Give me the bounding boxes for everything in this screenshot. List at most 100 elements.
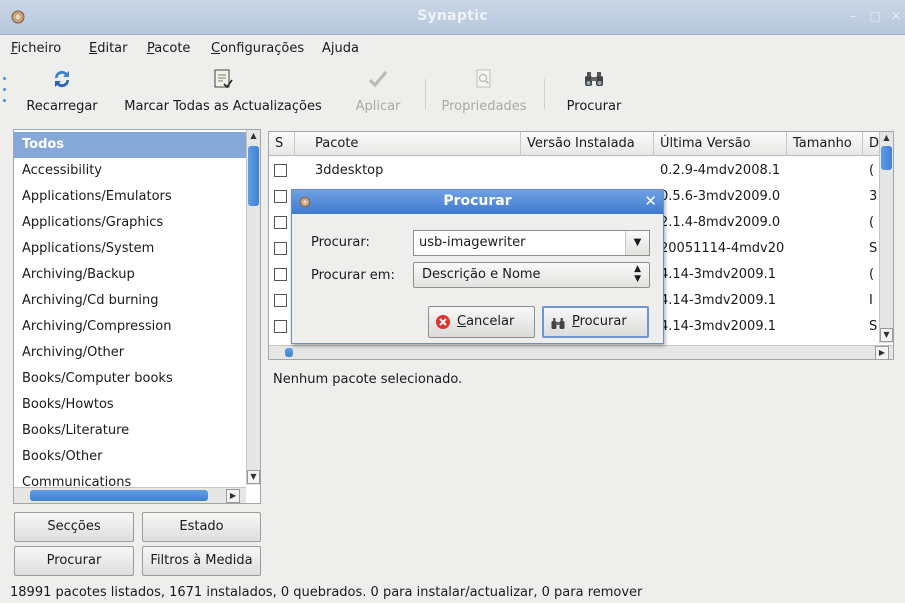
status-button[interactable]: Estado	[142, 512, 261, 542]
menu-ficheiro[interactable]: Ficheiro	[11, 41, 61, 56]
package-size	[793, 236, 863, 262]
package-size	[793, 288, 863, 314]
search-term-label: Procurar:	[311, 235, 370, 250]
scroll-up-arrow-icon[interactable]: ▲	[247, 130, 260, 144]
dialog-search-mnemonic: P	[572, 314, 580, 329]
category-scroll-thumb[interactable]	[248, 146, 259, 206]
properties-button[interactable]: Propriedades	[432, 67, 536, 119]
package-description-pane: Nenhum pacote selecionado.	[268, 364, 894, 576]
mark-all-upgrades-button[interactable]: Marcar Todas as Actualizações	[116, 67, 330, 119]
toolbar-separator	[544, 79, 545, 109]
column-header-size[interactable]: Tamanho	[787, 132, 863, 156]
minimize-icon[interactable]: –	[846, 9, 860, 23]
apply-checkmark-icon	[368, 71, 388, 88]
search-dialog-title-bar: Procurar ✕	[292, 190, 663, 214]
pkg-scroll-up-arrow-icon[interactable]: ▲	[880, 132, 893, 146]
menu-ajuda-label: Ajuda	[322, 41, 359, 56]
search-in-select[interactable]: Descrição e Nome ▲ ▼	[413, 262, 650, 288]
maximize-icon[interactable]: □	[868, 9, 882, 23]
category-item[interactable]: Archiving/Compression	[14, 314, 246, 340]
search-dialog: Procurar ✕ Procurar: usb-imagewriter ▼ P…	[291, 189, 664, 344]
column-header-package[interactable]: Pacote	[295, 132, 521, 156]
table-row[interactable]: 3ddesktop 0.2.9-4mdv2008.1(	[269, 158, 879, 184]
category-item[interactable]: Archiving/Backup	[14, 262, 246, 288]
search-term-input[interactable]: usb-imagewriter	[419, 235, 525, 250]
package-size	[793, 184, 863, 210]
column-header-description[interactable]: D	[863, 132, 879, 156]
installed-version	[527, 158, 654, 184]
status-label: Estado	[179, 519, 224, 534]
category-item-selected[interactable]: Todos	[14, 132, 246, 158]
status-bar: 18991 pacotes listados, 1671 instalados,…	[10, 585, 643, 600]
search-term-combo[interactable]: usb-imagewriter ▼	[413, 230, 650, 256]
menu-configuracoes[interactable]: Configurações	[211, 41, 304, 56]
package-checkbox[interactable]	[274, 216, 287, 229]
search-button[interactable]: Procurar	[556, 67, 632, 119]
sections-button[interactable]: Secções	[14, 512, 134, 542]
pkg-scroll-right-arrow-icon[interactable]: ▶	[875, 346, 889, 359]
package-vertical-scrollbar[interactable]: ▲ ▼	[879, 132, 893, 343]
category-list: Todos Accessibility Applications/Emulator…	[13, 129, 261, 504]
category-hscroll-thumb[interactable]	[30, 490, 208, 501]
reload-button[interactable]: Recarregar	[12, 67, 112, 119]
package-hscroll-thumb[interactable]	[285, 348, 293, 357]
package-checkbox[interactable]	[274, 242, 287, 255]
category-item[interactable]: Books/Howtos	[14, 392, 246, 418]
pkg-scroll-down-arrow-icon[interactable]: ▼	[880, 328, 893, 342]
dialog-search-button[interactable]: Procurar	[542, 306, 649, 338]
package-size	[793, 262, 863, 288]
category-item[interactable]: Books/Other	[14, 444, 246, 470]
category-item[interactable]: Applications/Graphics	[14, 210, 246, 236]
latest-version: 4.14-3mdv2009.1	[660, 319, 777, 334]
category-item[interactable]: Books/Literature	[14, 418, 246, 444]
search-filter-button[interactable]: Procurar	[14, 546, 134, 576]
scroll-down-arrow-icon[interactable]: ▼	[247, 470, 260, 484]
search-filter-label: Procurar	[46, 553, 102, 568]
package-horizontal-scrollbar[interactable]: ▶	[269, 345, 893, 359]
category-item[interactable]: Applications/Emulators	[14, 184, 246, 210]
package-scroll-thumb[interactable]	[881, 146, 892, 170]
apply-label: Aplicar	[355, 99, 401, 114]
package-size	[793, 210, 863, 236]
cancel-button[interactable]: Cancelar	[428, 306, 535, 338]
category-vertical-scrollbar[interactable]: ▲ ▼	[246, 130, 260, 485]
search-in-label: Procurar em:	[311, 268, 395, 283]
package-checkbox[interactable]	[274, 268, 287, 281]
menu-bar: Ficheiro Editar Pacote Configurações Aju…	[0, 36, 905, 62]
dialog-search-label: rocurar	[579, 314, 627, 329]
package-table-header: S Pacote Versão Instalada Última Versão …	[269, 132, 879, 156]
scroll-right-arrow-icon[interactable]: ▶	[226, 489, 240, 503]
chevron-down-icon[interactable]: ▼	[625, 231, 649, 255]
menu-pacote[interactable]: Pacote	[147, 41, 190, 56]
menu-ficheiro-label: icheiro	[17, 41, 62, 56]
latest-version: 20051114-4mdv20	[660, 241, 785, 256]
apply-button[interactable]: Aplicar	[348, 67, 408, 119]
menu-editar[interactable]: Editar	[89, 41, 128, 56]
latest-version: 0.5.6-3mdv2009.0	[660, 189, 781, 204]
package-checkbox[interactable]	[274, 294, 287, 307]
category-item[interactable]: Archiving/Cd burning	[14, 288, 246, 314]
package-checkbox[interactable]	[274, 320, 287, 333]
toolbar-handle[interactable]	[3, 77, 7, 111]
reload-icon	[54, 70, 70, 88]
menu-ajuda[interactable]: Ajuda	[322, 41, 359, 56]
search-in-value: Descrição e Nome	[422, 267, 541, 282]
category-item[interactable]: Applications/System	[14, 236, 246, 262]
latest-version: 4.14-3mdv2009.1	[660, 293, 777, 308]
custom-filters-button[interactable]: Filtros à Medida	[142, 546, 261, 576]
column-header-installed-version[interactable]: Versão Instalada	[521, 132, 654, 156]
package-checkbox[interactable]	[274, 190, 287, 203]
menu-configuracoes-label: onfigurações	[220, 41, 305, 56]
sections-label: Secções	[47, 519, 101, 534]
latest-version: 0.2.9-4mdv2008.1	[660, 163, 781, 178]
package-checkbox[interactable]	[274, 164, 287, 177]
column-header-status[interactable]: S	[269, 132, 295, 156]
category-item[interactable]: Archiving/Other	[14, 340, 246, 366]
category-horizontal-scrollbar[interactable]: ▶	[14, 487, 246, 503]
close-window-icon[interactable]: ✕	[889, 9, 903, 23]
column-header-latest-version[interactable]: Última Versão	[654, 132, 787, 156]
category-item[interactable]: Accessibility	[14, 158, 246, 184]
no-package-selected-text: Nenhum pacote selecionado.	[273, 372, 463, 387]
dialog-close-icon[interactable]: ✕	[644, 192, 657, 210]
category-item[interactable]: Books/Computer books	[14, 366, 246, 392]
